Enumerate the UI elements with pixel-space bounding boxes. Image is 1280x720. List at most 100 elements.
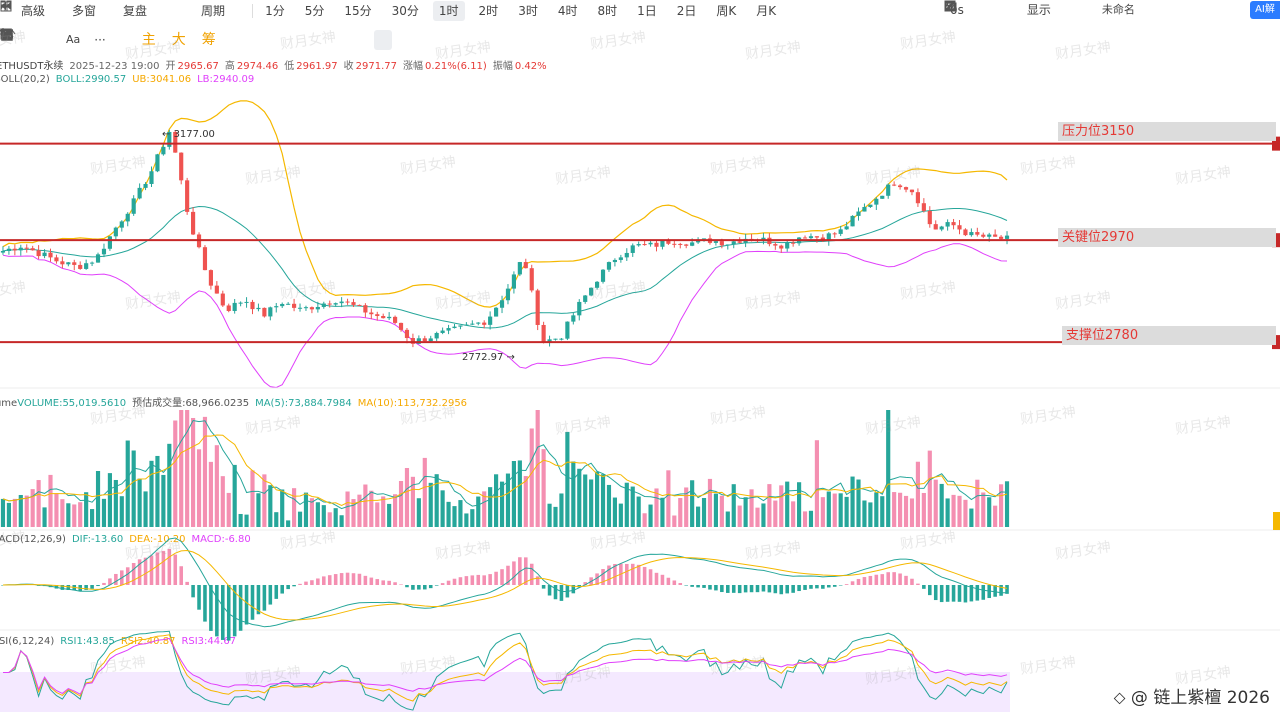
candle-body [630,245,635,253]
volume-bar [862,500,867,527]
macd-histogram-bar [708,585,712,590]
candle-body [785,242,790,249]
key-level-label[interactable]: 关键位2970 [1058,228,1276,247]
macd-histogram-bar [696,585,700,588]
macd-histogram-bar [547,585,552,596]
resistance-level-label[interactable]: 压力位3150 [1058,122,1276,141]
volume-bar [927,450,932,527]
macd-histogram-bar [238,585,243,631]
candle-body [119,221,124,228]
volume-bar [547,503,552,527]
volume-bar [713,493,718,527]
candle-body [155,154,160,172]
volume-bar [54,493,59,527]
volume-bar [327,512,332,527]
candle-body [874,198,879,205]
macd-histogram-bar [90,585,94,589]
volume-bar [375,502,380,527]
candle-body [458,325,463,327]
candle-body [327,303,332,305]
candle-body [880,195,885,199]
volume-bar [660,497,665,527]
candle-body [476,322,481,324]
volume-bar [244,514,249,527]
volume-bar [60,499,65,527]
volume-bar [494,474,499,527]
macd-histogram-bar [393,582,397,585]
volume-bar [274,512,279,527]
candle-body [262,307,267,317]
macd-histogram-bar [102,582,106,585]
volume-bar [814,440,819,527]
candle-body [731,241,736,245]
candle-body [60,261,65,265]
macd-histogram-bar [726,585,730,593]
candle-body [434,332,439,339]
volume-bar [529,428,534,527]
macd-histogram-bar [161,550,166,585]
candle-body [226,305,231,311]
volume-bar [262,474,267,527]
volume-bar [761,503,766,527]
candle-body [987,234,992,237]
candle-body [886,184,891,196]
volume-bar [886,410,891,527]
candle-body [220,293,225,306]
candle-body [713,241,718,243]
macd-histogram-bar [221,585,225,640]
macd-histogram-bar [143,557,148,585]
volume-bar [387,503,392,527]
candle-body [30,248,35,251]
candle-body [398,322,404,330]
candle-body [553,338,558,340]
candle-body [583,295,588,302]
candle-body [612,259,617,263]
volume-bar [137,478,142,527]
macd-histogram-bar [975,585,980,601]
macd-histogram-bar [96,585,100,587]
volume-bar [909,498,915,527]
candle-body [1004,235,1010,239]
candle-body [292,303,297,308]
volume-bar [119,496,124,527]
candle-body [125,213,130,222]
candle-body [48,252,53,258]
macd-histogram-bar [131,563,136,585]
macd-histogram-bar [529,563,534,585]
candle-body [684,244,689,246]
volume-bar [297,511,303,527]
macd-histogram-bar [993,585,997,597]
macd-histogram-bar [773,585,778,594]
support-level-label[interactable]: 支撑位2780 [1062,326,1276,345]
macd-histogram-bar [215,585,219,637]
candle-body [143,183,148,188]
candle-body [191,211,196,235]
volume-bar [595,471,600,527]
macd-histogram-bar [922,585,926,589]
volume-bar [666,470,671,527]
volume-bar [0,498,6,527]
macd-histogram-bar [838,585,843,586]
volume-bar [767,484,772,527]
candle-body [606,262,612,270]
volume-bar [856,479,861,527]
macd-histogram-bar [304,581,308,585]
volume-bar [422,457,427,527]
high-price-annotation: ← 3177.00 [162,129,215,140]
candle-body [303,307,309,309]
candle-body [357,304,362,306]
candle-body [256,307,261,310]
volume-bar [696,506,701,527]
volume-bar [993,505,998,527]
macd-histogram-bar [648,569,653,585]
candle-body [131,198,136,214]
macd-histogram-bar [434,585,439,586]
volume-bar [755,507,760,527]
volume-bar [523,476,528,527]
candle-body [505,288,511,301]
price-chart[interactable] [0,0,1280,720]
macd-dif-line [2,537,1008,628]
volume-bar [363,484,368,527]
macd-histogram-bar [755,585,760,593]
macd-histogram-bar [411,585,415,590]
